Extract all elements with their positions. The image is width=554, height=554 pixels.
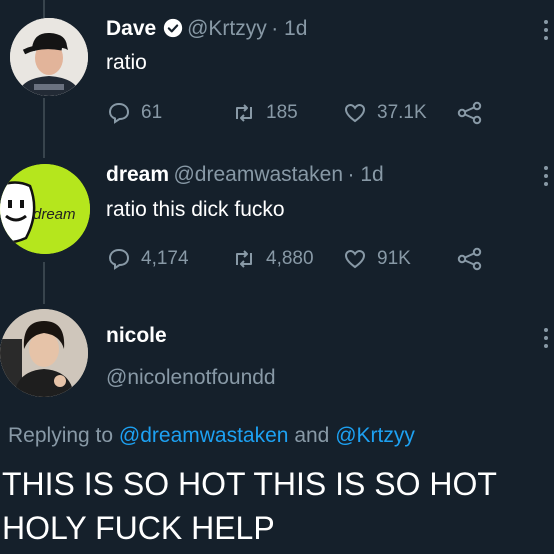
tweet-2-text: ratio this dick fucko	[106, 198, 285, 221]
share-icon	[457, 247, 482, 271]
share-icon	[457, 101, 482, 125]
replying-to-prefix: Replying to	[8, 424, 114, 447]
reply-icon	[108, 248, 130, 270]
tweet-1-retweet-count: 185	[266, 102, 298, 123]
dream-avatar-label: dream	[33, 206, 76, 223]
retweet-icon	[236, 250, 252, 268]
tweet-2-like-button[interactable]: 91K	[343, 247, 411, 271]
tweet-2-time: · 1d	[347, 163, 384, 186]
replying-to-line: Replying to @dreamwastaken and @Krtzyy	[8, 424, 415, 448]
dave-avatar-image	[10, 18, 88, 96]
reply-text-line-1: THIS IS SO HOT THIS IS SO HOT	[2, 466, 497, 502]
thread-line-1	[43, 98, 45, 158]
nicole-avatar-image	[0, 309, 88, 397]
verified-badge-icon	[163, 18, 182, 38]
more-icon[interactable]	[544, 328, 548, 352]
tweet-1-reply-count: 61	[141, 102, 163, 123]
dave-avatar[interactable]	[10, 18, 88, 96]
tweet-2-like-count: 91K	[377, 248, 411, 269]
reply-icon	[108, 102, 130, 124]
tweet-1-time: · 1d	[271, 17, 308, 40]
like-icon	[344, 103, 366, 123]
reply-name[interactable]: nicole	[106, 324, 167, 348]
nicole-avatar[interactable]	[0, 309, 88, 397]
tweet-1-like-button[interactable]: 37.1K	[343, 101, 427, 125]
tweet-2-header: dream @dreamwastaken · 1d	[106, 163, 384, 187]
tweet-2-retweet-button[interactable]: 4,880	[232, 247, 314, 271]
tweet-1-retweet-button[interactable]: 185	[232, 101, 298, 125]
replying-to-mention-2[interactable]: @Krtzyy	[335, 424, 415, 447]
tweet-1-share-button[interactable]	[457, 101, 493, 125]
like-icon	[344, 249, 366, 269]
tweet-2-name[interactable]: dream	[106, 163, 169, 186]
retweet-icon	[236, 104, 252, 122]
tweet-1-reply-button[interactable]: 61	[107, 101, 162, 125]
more-icon[interactable]	[544, 20, 548, 44]
tweet-2-reply-button[interactable]: 4,174	[107, 247, 189, 271]
replying-to-and: and	[294, 424, 330, 447]
tweet-1-text: ratio	[106, 51, 147, 74]
tweet-1-handle[interactable]: @Krtzyy	[187, 17, 267, 40]
replying-to-mention-1[interactable]: @dreamwastaken	[119, 424, 289, 447]
thread-line-2	[43, 262, 45, 304]
reply-text-line-2: HOLY FUCK HELP	[2, 510, 275, 546]
tweet-2-retweet-count: 4,880	[266, 248, 314, 269]
tweet-1-header: Dave @Krtzyy · 1d	[106, 17, 307, 41]
more-icon[interactable]	[544, 166, 548, 190]
tweet-1-like-count: 37.1K	[377, 102, 427, 123]
thread-line-top	[43, 0, 45, 18]
tweet-2-handle[interactable]: @dreamwastaken	[173, 163, 343, 186]
dream-avatar[interactable]: dream	[0, 164, 90, 254]
tweet-2-share-button[interactable]	[457, 247, 493, 271]
tweet-1-name[interactable]: Dave	[106, 17, 156, 40]
tweet-2-reply-count: 4,174	[141, 248, 189, 269]
reply-handle[interactable]: @nicolenotfoundd	[106, 366, 276, 390]
